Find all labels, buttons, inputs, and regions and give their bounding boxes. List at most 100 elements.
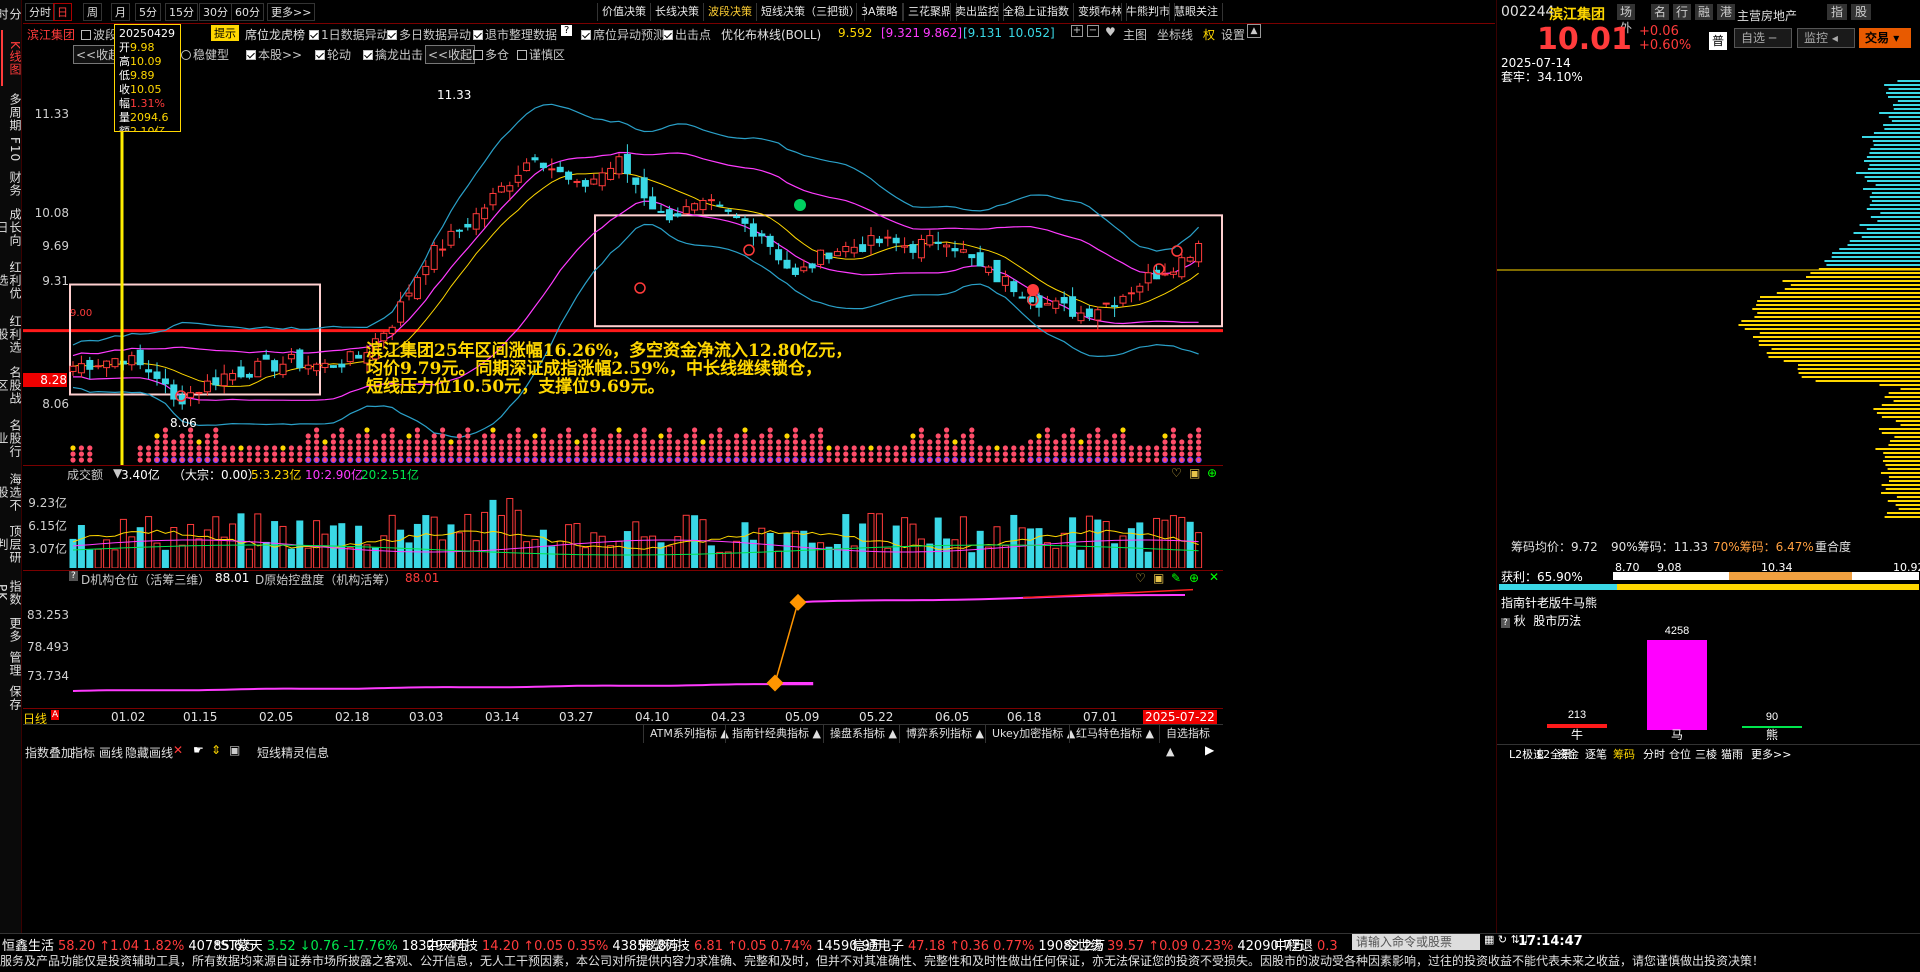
period-tab-3[interactable]: 月 [111, 3, 130, 21]
exit-point-toggle[interactable]: 出击点 [663, 26, 711, 43]
kline-chart[interactable] [23, 62, 1223, 466]
strategy-tab-1[interactable]: 长线决策 [650, 3, 704, 21]
volume-chart[interactable] [23, 480, 1223, 568]
heart-icon[interactable]: ♥ [1105, 25, 1116, 39]
edit-icon[interactable]: ✎ [1171, 571, 1181, 585]
close-icon[interactable]: ✕ [1209, 570, 1219, 584]
zoom-icon[interactable]: ⊕ [1207, 466, 1217, 480]
settings-icon[interactable]: ▣ [1153, 571, 1164, 585]
indicator-tab-1[interactable]: 指南针经典指标 ▲ [725, 725, 827, 743]
index-tab-0[interactable]: 指 [1827, 4, 1848, 20]
ticker-item[interactable]: 中程退 0.3 [1274, 935, 1342, 951]
help-icon[interactable]: ? [561, 25, 573, 36]
help-icon[interactable]: ? [69, 571, 78, 581]
strategy-tab-3[interactable]: 短线决策（三把锁） [756, 3, 865, 21]
sidebar-tab[interactable]: 名股行业 [0, 414, 22, 462]
sidebar-tab[interactable]: 红利优选 [0, 256, 22, 304]
toolbar-btn-1[interactable]: 指标 [71, 744, 95, 761]
stock-tab-3[interactable]: 融 [1695, 4, 1714, 20]
axis-line-btn[interactable]: 坐标线 [1157, 26, 1193, 43]
rotation-toggle[interactable]: 轮动 [315, 46, 351, 63]
caution-toggle[interactable]: 谨慎区 [517, 46, 565, 63]
sidebar-tab[interactable]: K线图 [1, 30, 22, 86]
rp-tab-2[interactable]: 资金 [1557, 746, 1579, 762]
indicator-tab-6[interactable]: 自选指标 ▲ [1159, 725, 1223, 758]
strategy-tab-2[interactable]: 波段决策 [703, 3, 757, 21]
sidebar-tab[interactable]: 分时 [0, 4, 22, 24]
toolbar-btn-5[interactable]: 信息 [305, 744, 329, 761]
strategy-tab-10[interactable]: 慧眼关注 [1169, 3, 1223, 21]
sidebar-tab[interactable]: 红利选股 [0, 310, 22, 358]
ind1-title[interactable]: D机构仓位（活筹三维） [81, 571, 210, 588]
toolbar-btn-2[interactable]: 画线 [99, 744, 123, 761]
day-icon[interactable]: A [51, 710, 60, 720]
wave-checkbox[interactable]: 波段 [81, 26, 117, 43]
rp-tab-5[interactable]: 分时 [1643, 746, 1665, 762]
stock-tab-1[interactable]: 名 [1651, 4, 1670, 20]
period-tab-7[interactable]: 60分 [231, 3, 264, 21]
stock-tab-2[interactable]: 行 [1673, 4, 1692, 20]
period-tab-4[interactable]: 5分 [135, 3, 161, 21]
toolbar-btn-4[interactable]: 短线精灵 [257, 744, 305, 761]
strategy-tab-6[interactable]: 卖出监控 [950, 3, 1004, 21]
sidebar-tab[interactable]: 财务 [1, 170, 22, 198]
zoom-out-icon[interactable]: − [1087, 25, 1099, 37]
lock-icon[interactable]: ▣ [229, 743, 240, 757]
hand-icon[interactable]: ☛ [193, 743, 204, 757]
indicator-tab-4[interactable]: Ukey加密指标 ▲ [985, 725, 1081, 743]
sidebar-tab[interactable]: 指数PK [0, 574, 22, 612]
indicator-tab-2[interactable]: 操盘系指标 ▲ [823, 725, 903, 743]
period-tab-8[interactable]: 更多>> [267, 3, 316, 21]
settings-btn[interactable]: 设置 [1221, 26, 1245, 43]
settings-icon[interactable]: ▣ [1189, 466, 1200, 480]
strategy-tab-7[interactable]: 全稳上证指数 [998, 3, 1074, 21]
heart-icon[interactable]: ♡ [1135, 571, 1146, 585]
sidebar-tab[interactable]: 海选不股 [0, 468, 22, 516]
strategy-tab-5[interactable]: 三花聚鼎 [903, 3, 957, 21]
day1-abnormal-toggle[interactable]: 1日数据异动 [309, 26, 389, 43]
sidebar-tab[interactable]: 更多 [1, 616, 22, 644]
steady-radio[interactable]: 稳健型 [181, 46, 229, 63]
zoom-in-icon[interactable]: + [1071, 25, 1083, 37]
period-tab-0[interactable]: 分时 [25, 3, 55, 21]
tip-badge[interactable]: 提示 [211, 25, 239, 41]
ticker-item[interactable]: 今世缘 39.57 ↑0.09 0.23% 42090.7万 [1064, 935, 1308, 951]
monitor-button[interactable]: 监控 ◂ [1797, 28, 1855, 48]
ind2-title[interactable]: D原始控盘度（机构活筹） [255, 571, 396, 588]
period-tab-5[interactable]: 15分 [165, 3, 198, 21]
sidebar-tab[interactable]: 名股战区 [0, 362, 22, 408]
sidebar-tab[interactable]: 管理 [1, 650, 22, 678]
period-tab-2[interactable]: 周 [83, 3, 102, 21]
sidebar-tab[interactable]: 保存 [1, 684, 22, 712]
strategy-tab-9[interactable]: 牛熊判市 [1121, 3, 1175, 21]
this-stock-toggle[interactable]: 本股>> [246, 46, 302, 63]
sidebar-tab[interactable]: 成长向日 [0, 204, 22, 250]
indicator-tab-5[interactable]: 红马特色指标 ▲ [1069, 725, 1160, 743]
trade-button[interactable]: 交易 ▾ [1859, 28, 1911, 48]
heart-icon[interactable]: ♡ [1171, 466, 1182, 480]
delist-data-toggle[interactable]: 退市整理数据 [473, 26, 557, 43]
sidebar-tab[interactable]: 多周期 [1, 92, 22, 132]
scroll-right-icon[interactable]: ▶ [1205, 743, 1214, 757]
main-chart-btn[interactable]: 主图 [1123, 26, 1147, 43]
rp-tab-7[interactable]: 三棱 [1695, 746, 1717, 762]
close-icon[interactable]: ✕ [173, 743, 183, 757]
stock-tab-0[interactable]: 场外 [1617, 4, 1636, 35]
ticker-item[interactable]: 佛塑科技 6.81 ↑0.05 0.74% 14590.9万 [638, 935, 887, 951]
command-input[interactable]: 请输入命令或股票 [1352, 934, 1480, 950]
strategy-tab-0[interactable]: 价值决策 [597, 3, 651, 21]
rights-btn[interactable]: 权 [1203, 26, 1215, 43]
zoom-icon[interactable]: ⊕ [1189, 571, 1199, 585]
strategy-tab-4[interactable]: 3A策略 [856, 3, 903, 21]
strategy-tab-8[interactable]: 变频布林 [1073, 3, 1127, 21]
period-tab-6[interactable]: 30分 [199, 3, 232, 21]
seat-pred-toggle[interactable]: 席位异动预测 [581, 26, 665, 43]
rp-tab-4[interactable]: 筹码 [1613, 746, 1635, 762]
collapse-up-icon[interactable]: ▲ [1247, 24, 1261, 38]
seat-rank-link[interactable]: 席位龙虎榜 [245, 26, 305, 43]
multiday-abnormal-toggle[interactable]: 多日数据异动 [387, 26, 471, 43]
dragon-toggle[interactable]: 擒龙出击 [363, 46, 423, 63]
rp-tab-3[interactable]: 逐笔 [1585, 746, 1607, 762]
long-pos-toggle[interactable]: 多仓 [473, 46, 509, 63]
toolbar-btn-0[interactable]: 指数叠加 [25, 744, 73, 761]
